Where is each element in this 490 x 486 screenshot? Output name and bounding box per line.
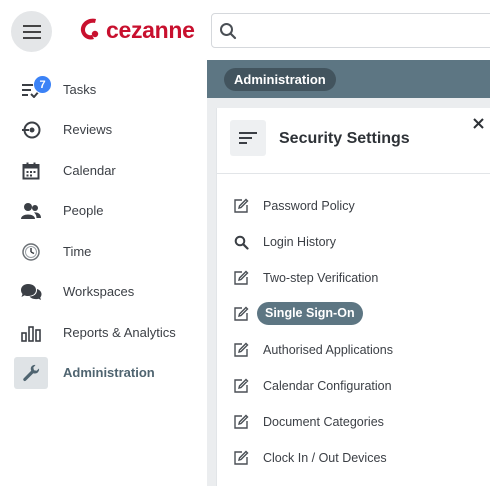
menu-item-calendar-configuration[interactable]: Calendar Configuration bbox=[217, 368, 490, 404]
calendar-icon bbox=[14, 155, 48, 187]
security-settings-panel: Security Settings Password Policy Login … bbox=[216, 108, 490, 486]
bar-chart-icon bbox=[14, 317, 48, 349]
edit-icon bbox=[233, 342, 249, 358]
panel-header: Security Settings bbox=[217, 108, 490, 174]
menu-item-document-categories[interactable]: Document Categories bbox=[217, 404, 490, 440]
sidebar-item-reports-analytics[interactable]: Reports & Analytics bbox=[0, 313, 207, 353]
menu-item-login-history[interactable]: Login History bbox=[217, 224, 490, 260]
search-input[interactable] bbox=[244, 18, 484, 44]
menu-item-label: Clock In / Out Devices bbox=[263, 451, 387, 465]
menu-item-label: Authorised Applications bbox=[263, 343, 393, 357]
sidebar-item-workspaces[interactable]: Workspaces bbox=[0, 272, 207, 312]
menu-item-label: Two-step Verification bbox=[263, 271, 379, 285]
sidebar-item-label: Workspaces bbox=[63, 284, 135, 299]
wrench-icon bbox=[14, 357, 48, 389]
edit-icon bbox=[233, 306, 249, 322]
logo-text: cezanne bbox=[106, 16, 195, 43]
page-header: Administration bbox=[207, 60, 490, 98]
breadcrumb-administration[interactable]: Administration bbox=[224, 68, 336, 91]
search-box[interactable] bbox=[211, 13, 490, 48]
sidebar-item-label: Tasks bbox=[63, 82, 97, 97]
chat-icon bbox=[14, 276, 48, 308]
hamburger-icon bbox=[22, 24, 41, 39]
menu-item-label: Password Policy bbox=[263, 199, 355, 213]
logo[interactable]: cezanne bbox=[76, 14, 195, 46]
menu-item-authorised-applications[interactable]: Authorised Applications bbox=[217, 332, 490, 368]
menu-item-single-sign-on[interactable]: Single Sign-On bbox=[217, 296, 490, 332]
list-lines-icon bbox=[230, 120, 266, 156]
menu-item-label: Document Categories bbox=[263, 415, 384, 429]
sidebar-item-label: Time bbox=[63, 244, 92, 259]
sidebar-item-reviews[interactable]: Reviews bbox=[0, 110, 207, 150]
menu-item-label: Single Sign-On bbox=[257, 302, 363, 325]
edit-icon bbox=[233, 198, 249, 214]
menu-item-password-policy[interactable]: Password Policy bbox=[217, 188, 490, 224]
sidebar-item-tasks[interactable]: 7 Tasks bbox=[0, 70, 207, 110]
sidebar-item-label: People bbox=[63, 203, 104, 218]
sidebar-item-people[interactable]: People bbox=[0, 191, 207, 231]
menu-item-label: Calendar Configuration bbox=[263, 379, 392, 393]
menu-item-clock-in-out-devices[interactable]: Clock In / Out Devices bbox=[217, 440, 490, 476]
cezanne-logo-icon bbox=[80, 18, 99, 40]
menu-button[interactable] bbox=[11, 11, 52, 52]
people-icon bbox=[14, 195, 48, 227]
sidebar-item-label: Reports & Analytics bbox=[63, 325, 176, 340]
search-icon bbox=[220, 23, 237, 40]
main-content: Administration Security Settings Passwor… bbox=[207, 60, 490, 486]
edit-icon bbox=[233, 270, 249, 286]
sidebar-item-label: Calendar bbox=[63, 163, 116, 178]
sidebar-item-administration[interactable]: Administration bbox=[0, 353, 207, 393]
sidebar-item-label: Administration bbox=[63, 365, 155, 380]
search-icon bbox=[233, 234, 249, 250]
sidebar-item-time[interactable]: Time bbox=[0, 232, 207, 272]
edit-icon bbox=[233, 414, 249, 430]
close-icon bbox=[472, 117, 484, 129]
edit-icon bbox=[233, 450, 249, 466]
clock-icon bbox=[14, 236, 48, 268]
menu-item-label: Login History bbox=[263, 235, 336, 249]
top-bar: cezanne bbox=[0, 0, 490, 60]
panel-title: Security Settings bbox=[279, 130, 410, 147]
close-button[interactable] bbox=[469, 114, 487, 132]
sidebar: 7 Tasks Reviews Calendar People Time Wor… bbox=[0, 60, 207, 486]
menu-item-two-step-verification[interactable]: Two-step Verification bbox=[217, 260, 490, 296]
sidebar-item-calendar[interactable]: Calendar bbox=[0, 151, 207, 191]
sidebar-item-label: Reviews bbox=[63, 122, 113, 137]
tasks-badge: 7 bbox=[33, 75, 52, 94]
edit-icon bbox=[233, 378, 249, 394]
reviews-icon bbox=[14, 114, 48, 146]
